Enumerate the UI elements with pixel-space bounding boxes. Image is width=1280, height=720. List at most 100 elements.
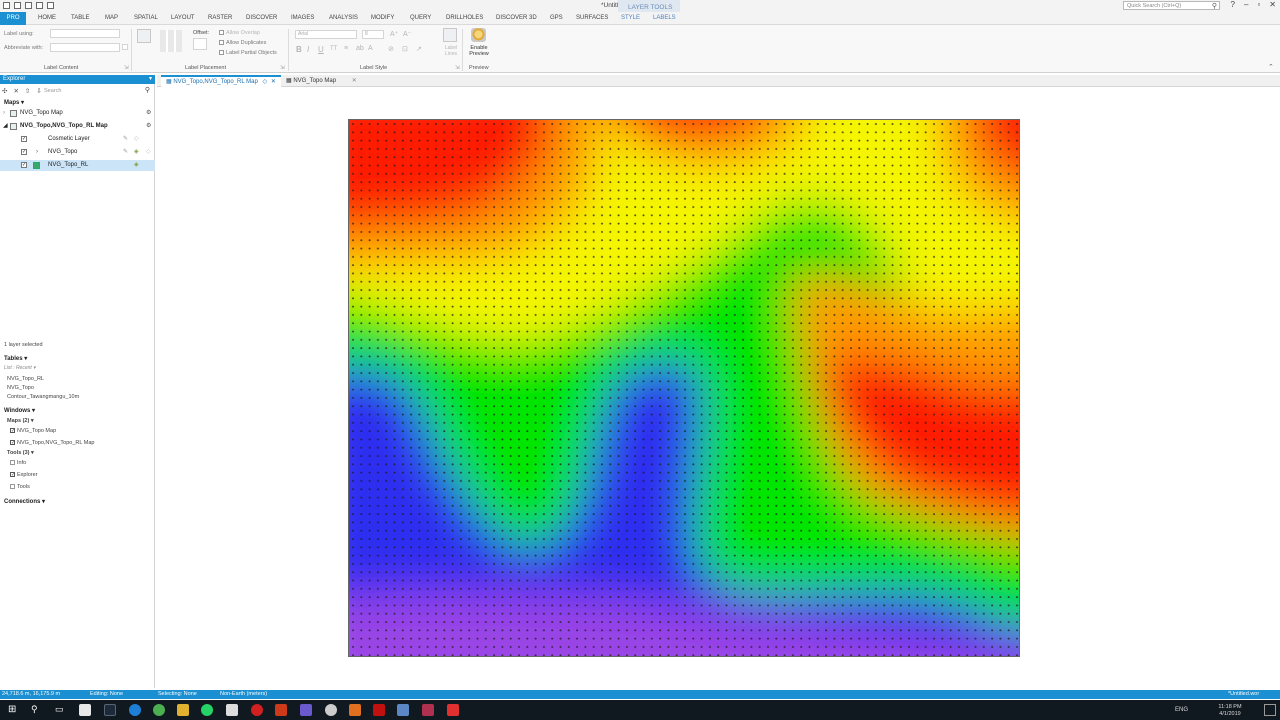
app-icon[interactable] [300, 704, 312, 716]
map-item-nvg-topo-rl[interactable]: ◢ NVG_Topo,NVG_Topo_RL Map ⚙ [0, 121, 155, 132]
close-icon[interactable]: ✕ [271, 79, 276, 85]
window-map-item[interactable]: ✓ NVG_Topo,NVG_Topo_RL Map [10, 440, 94, 446]
dialog-launcher-icon[interactable]: ⇲ [455, 65, 460, 71]
tab-labels[interactable]: LABELS [653, 15, 676, 21]
app-icon[interactable] [349, 704, 361, 716]
tab-home[interactable]: HOME [38, 15, 56, 21]
windows-section-header[interactable]: Windows ▾ [4, 407, 35, 414]
tab-analysis[interactable]: ANALYSIS [329, 15, 358, 21]
chrome-icon[interactable] [153, 704, 165, 716]
minimize-icon[interactable]: – [1244, 0, 1248, 9]
folder-icon[interactable] [177, 704, 189, 716]
maximize-icon[interactable]: ▫ [1257, 0, 1260, 9]
search-icon[interactable]: ⚲ [31, 704, 43, 716]
dialog-launcher-icon[interactable]: ⇲ [280, 65, 285, 71]
tables-list-mode[interactable]: List : Recent ▾ [4, 365, 36, 371]
label-using-select[interactable] [50, 29, 120, 38]
tab-discover[interactable]: DISCOVER [246, 15, 277, 21]
app-icon[interactable] [422, 704, 434, 716]
projection-status[interactable]: Non-Earth (meters) [220, 691, 267, 697]
map-item-nvg-topo[interactable]: › NVG_Topo Map ⚙ [0, 108, 155, 119]
app-icon[interactable] [275, 704, 287, 716]
tab-layout[interactable]: LAYOUT [171, 15, 195, 21]
position-grid-icon[interactable] [160, 30, 182, 52]
collapse-icon[interactable]: ◢ [3, 121, 8, 132]
italic-icon[interactable]: I [307, 45, 309, 54]
layer-item-nvg-topo[interactable]: ✓ › NVG_Topo ✎ ◈ ◇ [0, 147, 155, 158]
task-view-icon[interactable]: ▭ [55, 704, 67, 716]
tab-images[interactable]: IMAGES [291, 15, 314, 21]
app-icon[interactable] [447, 704, 459, 716]
explorer-search-input[interactable]: Search [44, 88, 61, 94]
tab-spatial[interactable]: SPATIAL [134, 15, 158, 21]
maps-group[interactable]: Maps (2) ▾ [7, 418, 34, 424]
search-icon[interactable]: ⚲ [1212, 2, 1217, 10]
text-case-icon[interactable]: TT [330, 46, 337, 52]
tab-gps[interactable]: GPS [550, 15, 563, 21]
tool-item-explorer[interactable]: ✓ Explorer [10, 472, 37, 478]
label-icon[interactable]: ◇ [146, 147, 151, 158]
font-color-icon[interactable]: A [368, 45, 373, 52]
layer-item-cosmetic[interactable]: ✓ Cosmetic Layer ✎ ◇ [0, 134, 155, 145]
visibility-checkbox[interactable]: ✓ [21, 136, 27, 142]
edit-icon[interactable]: ✎ [123, 147, 128, 158]
tab-surfaces[interactable]: SURFACES [576, 15, 608, 21]
tab-map[interactable]: MAP [105, 15, 118, 21]
mapinfo-icon[interactable] [397, 704, 409, 716]
tool-item-info[interactable]: Info [10, 460, 26, 466]
abbreviate-checkbox[interactable] [122, 44, 128, 50]
font-select[interactable]: Arial [295, 30, 357, 39]
editing-status[interactable]: Editing: None [90, 691, 123, 697]
tables-section-header[interactable]: Tables ▾ [4, 355, 27, 362]
mail-icon[interactable] [226, 704, 238, 716]
app-icon[interactable] [79, 704, 91, 716]
map-window[interactable] [157, 87, 1280, 688]
maps-section-header[interactable]: Maps ▾ [4, 99, 24, 106]
pin-icon[interactable]: ◇ [263, 79, 268, 85]
collapse-ribbon-icon[interactable]: ⌃ [1268, 63, 1274, 71]
start-icon[interactable]: ⊞ [8, 704, 20, 716]
enable-preview-button[interactable]: Enable Preview [466, 45, 492, 57]
pin-icon[interactable]: ▾ [149, 75, 152, 82]
enable-preview-icon[interactable] [471, 28, 486, 42]
app-icon[interactable] [325, 704, 337, 716]
tab-drillholes[interactable]: DRILLHOLES [446, 15, 483, 21]
selectable-icon[interactable]: ◇ [134, 134, 139, 145]
expand-icon[interactable]: › [36, 147, 38, 158]
label-partial-objects-option[interactable]: Label Partial Objects [219, 50, 277, 56]
language-indicator[interactable]: ENG [1175, 707, 1188, 713]
doc-tab-topo-rl-map[interactable]: ▦ NVG_Topo,NVG_Topo_RL Map ◇ ✕ [161, 75, 281, 87]
doc-tab-topo-map[interactable]: ▦ NVG_Topo Map ✕ [281, 75, 362, 87]
window-map-item[interactable]: ✓ NVG_Topo Map [10, 428, 56, 434]
allow-overlap-option[interactable]: Allow Overlap [219, 30, 260, 36]
bold-icon[interactable]: B [296, 45, 302, 54]
connections-section-header[interactable]: Connections ▾ [4, 498, 45, 505]
help-icon[interactable]: ? [1231, 0, 1235, 9]
allow-duplicates-option[interactable]: Allow Duplicates [219, 40, 266, 46]
layer-control-icon[interactable]: ⚙ [146, 108, 151, 119]
notifications-icon[interactable] [1264, 704, 1276, 716]
tab-modify[interactable]: MODIFY [371, 15, 394, 21]
opera-icon[interactable] [251, 704, 263, 716]
tab-query[interactable]: QUERY [410, 15, 431, 21]
dialog-launcher-icon[interactable]: ⇲ [124, 65, 129, 71]
tab-style[interactable]: STYLE [621, 15, 640, 21]
quick-search-input[interactable]: Quick Search (Ctrl+Q) ⚲ [1123, 1, 1220, 10]
tab-discover-3d[interactable]: DISCOVER 3D [496, 15, 537, 21]
tool-item-tools[interactable]: Tools [10, 484, 30, 490]
underline-icon[interactable]: U [318, 45, 324, 54]
spacing-icon[interactable]: ≡ [344, 45, 348, 52]
tab-raster[interactable]: RASTER [208, 15, 232, 21]
app-icon[interactable] [104, 704, 116, 716]
label-lines-icon[interactable] [443, 28, 457, 42]
layer-control-icon[interactable]: ⚙ [146, 121, 151, 132]
close-icon[interactable]: ✕ [1269, 0, 1276, 9]
whatsapp-icon[interactable] [201, 704, 213, 716]
tab-pro[interactable]: PRO [0, 12, 26, 25]
label-lines-icon[interactable] [137, 29, 151, 43]
table-item[interactable]: NVG_Topo_RL [7, 376, 44, 382]
visibility-checkbox[interactable]: ✓ [21, 149, 27, 155]
edge-icon[interactable] [129, 704, 141, 716]
grow-font-icon[interactable]: A⁺ [390, 30, 398, 38]
abbreviate-with-select[interactable] [50, 43, 120, 52]
